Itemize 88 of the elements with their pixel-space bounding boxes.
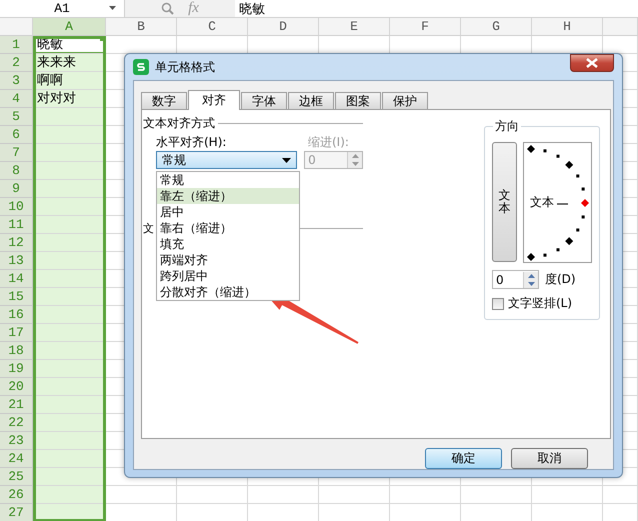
column-header[interactable]: B xyxy=(106,18,177,36)
row-header[interactable]: 10 xyxy=(0,198,33,216)
field-label: 度(D) xyxy=(545,271,576,288)
field-label: 水平对齐(H): xyxy=(156,134,228,150)
row-header[interactable]: 9 xyxy=(0,180,33,198)
table-cell xyxy=(603,486,638,504)
row-header[interactable]: 23 xyxy=(0,432,33,450)
row-header[interactable]: 16 xyxy=(0,306,33,324)
row-header[interactable]: 11 xyxy=(0,216,33,234)
column-header[interactable]: D xyxy=(248,18,319,36)
field-label: 缩进(I): xyxy=(308,134,349,150)
degrees-field[interactable]: 0 xyxy=(492,270,539,289)
dropdown-field[interactable]: 常规 xyxy=(156,151,298,169)
table-cell: 啊啊 xyxy=(33,72,106,90)
table-cell xyxy=(106,486,177,504)
search-icon[interactable] xyxy=(161,2,174,15)
checkbox[interactable] xyxy=(492,298,504,310)
column-header[interactable]: C xyxy=(177,18,248,36)
column-header[interactable]: A xyxy=(33,18,106,36)
row-header[interactable]: 19 xyxy=(0,360,33,378)
row-header[interactable]: 14 xyxy=(0,270,33,288)
row-header[interactable]: 4 xyxy=(0,90,33,108)
up-arrow-icon[interactable] xyxy=(528,274,534,278)
row-header[interactable]: 22 xyxy=(0,414,33,432)
row-header[interactable]: 15 xyxy=(0,288,33,306)
down-arrow-icon[interactable] xyxy=(528,282,534,286)
table-cell xyxy=(248,486,319,504)
tab[interactable]: 保护 xyxy=(382,92,428,109)
dialog-button[interactable]: 取消 xyxy=(511,448,588,469)
dropdown-option[interactable]: 两端对齐 xyxy=(157,252,299,268)
caret-icon[interactable] xyxy=(109,6,116,10)
dialog-title: 单元格格式 xyxy=(155,58,215,76)
row-header[interactable]: 6 xyxy=(0,126,33,144)
row-header[interactable]: 13 xyxy=(0,252,33,270)
checkbox-label: 文字竖排(L) xyxy=(508,295,572,312)
row-header[interactable]: 25 xyxy=(0,468,33,486)
cell-reference: A1 xyxy=(54,1,70,16)
tab[interactable]: 边框 xyxy=(288,92,334,109)
row-header[interactable]: 3 xyxy=(0,72,33,90)
dropdown-option[interactable]: 靠右（缩进） xyxy=(157,220,299,236)
column-header[interactable] xyxy=(603,18,638,36)
vertical-text-button[interactable]: 文本 xyxy=(492,142,517,262)
dropdown-option[interactable]: 常规 xyxy=(157,172,299,188)
tab[interactable]: 图案 xyxy=(335,92,381,109)
formula-value[interactable]: 晓敏 xyxy=(235,0,265,18)
table-cell xyxy=(319,486,390,504)
dropdown-option[interactable]: 分散对齐（缩进） xyxy=(157,284,299,300)
table-cell: 对对对 xyxy=(33,90,106,108)
table-cell xyxy=(461,486,532,504)
column-header[interactable]: F xyxy=(390,18,461,36)
select-all-corner[interactable] xyxy=(0,18,33,36)
column-header[interactable]: H xyxy=(532,18,603,36)
orientation-dial[interactable]: 文本 xyxy=(523,142,592,263)
group-title: 文 xyxy=(143,220,154,236)
table-cell xyxy=(532,486,603,504)
row-header[interactable]: 21 xyxy=(0,396,33,414)
row-header[interactable]: 26 xyxy=(0,486,33,504)
dropdown-option[interactable]: 填充 xyxy=(157,236,299,252)
row-header[interactable]: 27 xyxy=(0,504,33,521)
close-button[interactable] xyxy=(570,54,614,72)
table-cell: 来来来 xyxy=(33,54,106,72)
close-icon xyxy=(586,58,598,68)
row-header[interactable]: 2 xyxy=(0,54,33,72)
table-cell xyxy=(177,486,248,504)
function-button[interactable]: fx xyxy=(188,0,199,17)
row-header[interactable]: 1 xyxy=(0,36,33,54)
column-header[interactable]: E xyxy=(319,18,390,36)
dropdown-option[interactable]: 靠左（缩进） xyxy=(157,188,299,204)
dropdown-option[interactable]: 跨列居中 xyxy=(157,268,299,284)
fill-handle[interactable] xyxy=(100,36,105,41)
dialog-button[interactable]: 确定 xyxy=(425,448,502,469)
row-header[interactable]: 20 xyxy=(0,378,33,396)
row-header[interactable]: 7 xyxy=(0,144,33,162)
row-header[interactable]: 5 xyxy=(0,108,33,126)
app-logo-icon xyxy=(133,59,149,75)
group-title: 文本对齐方式 xyxy=(143,114,215,132)
tab[interactable]: 对齐 xyxy=(188,90,240,110)
tab[interactable]: 数字 xyxy=(141,92,187,109)
table-cell xyxy=(390,486,461,504)
row-header[interactable]: 18 xyxy=(0,342,33,360)
dropdown-option[interactable]: 居中 xyxy=(157,204,299,220)
row-header[interactable]: 12 xyxy=(0,234,33,252)
column-header[interactable]: G xyxy=(461,18,532,36)
row-header[interactable]: 8 xyxy=(0,162,33,180)
tab[interactable]: 字体 xyxy=(241,92,287,109)
row-header[interactable]: 24 xyxy=(0,450,33,468)
row-header[interactable]: 17 xyxy=(0,324,33,342)
caret-icon xyxy=(282,158,292,162)
